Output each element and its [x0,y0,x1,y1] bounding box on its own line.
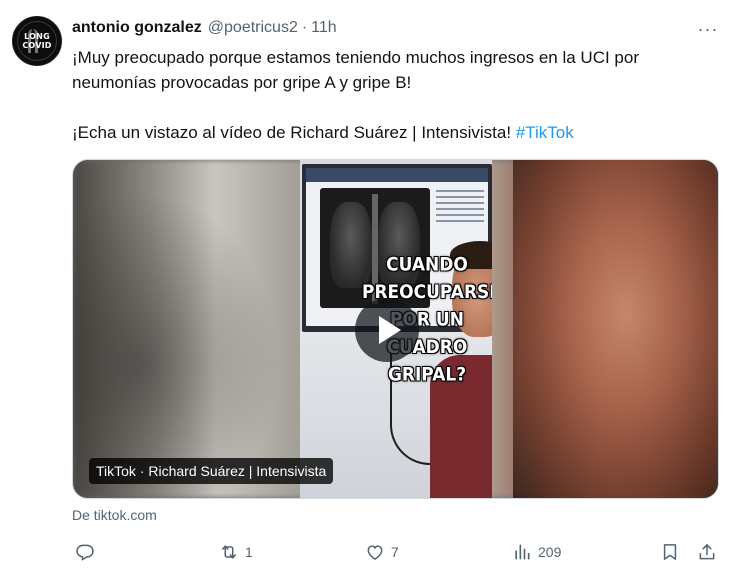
overlay-line: GRIPAL? [387,363,467,386]
tweet-line-1: ¡Muy preocupado porque estamos teniendo … [72,48,639,67]
like-button[interactable]: 7 [365,540,399,564]
tweet-line-3: ¡Echa un vistazo al vídeo de Richard Suá… [72,120,722,145]
tweet[interactable]: LONG COVID antonio gonzalez @poetricus2 … [0,0,742,574]
hashtag-link[interactable]: #TikTok [516,123,574,142]
avatar[interactable]: LONG COVID [12,16,62,66]
screen-toolbar [306,168,488,182]
avatar-text-long: LONG [24,32,50,41]
separator-dot: · [301,19,308,36]
share-icon [699,544,715,560]
media-caption[interactable]: TikTok · Richard Suárez | Intensivista [89,458,334,484]
more-icon: ··· [697,18,719,39]
tweet-header: antonio gonzalez @poetricus2 · 11h [72,17,337,39]
tweet-time[interactable]: 11h [311,19,337,37]
media-blurred-face [513,160,718,498]
tweet-line-3-text: ¡Echa un vistazo al vídeo de Richard Suá… [72,123,516,142]
views-button[interactable]: 209 [512,540,561,564]
share-button[interactable] [697,540,717,564]
heart-icon [367,545,383,560]
play-button[interactable] [355,298,419,362]
tweet-text: ¡Muy preocupado porque estamos teniendo … [72,45,722,145]
media-shadow [73,160,303,498]
author-handle[interactable]: @poetricus2 [208,19,298,37]
overlay-line: CUANDO [386,253,468,276]
retweet-button[interactable]: 1 [219,540,253,564]
bookmark-icon [663,544,677,560]
action-bar: 1 7 209 [0,540,742,564]
screen-text-lines [436,190,484,192]
views-icon [515,544,530,560]
reply-button[interactable] [75,540,101,564]
source-link[interactable]: De tiktok.com [72,507,157,523]
bookmark-button[interactable] [660,540,680,564]
more-options-button[interactable]: ··· [696,18,720,40]
tweet-line-2: neumonías provocadas por gripe A y gripe… [72,73,412,92]
author-name[interactable]: antonio gonzalez [72,19,202,37]
views-count: 209 [538,544,562,560]
media-card[interactable]: CUANDO PREOCUPARSE POR UN CUADRO GRIPAL?… [72,159,719,499]
like-count: 7 [391,544,399,560]
retweet-count: 1 [245,544,253,560]
reply-icon [76,544,94,561]
play-icon [379,316,401,344]
avatar-text-covid: COVID [22,41,52,50]
retweet-icon [222,545,236,559]
